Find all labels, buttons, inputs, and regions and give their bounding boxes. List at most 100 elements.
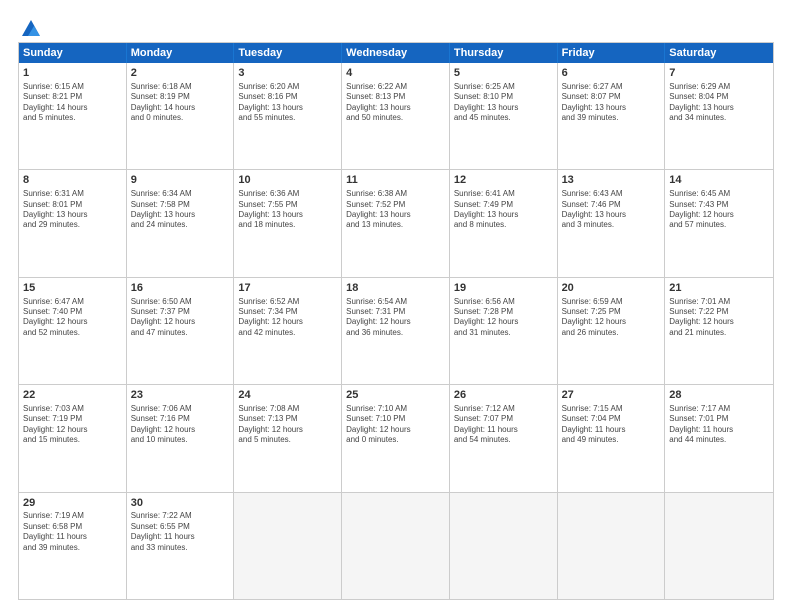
- calendar-cell-day-23: 23Sunrise: 7:06 AMSunset: 7:16 PMDayligh…: [127, 385, 235, 491]
- cell-info-line: Sunrise: 7:08 AM: [238, 404, 337, 414]
- header-day-monday: Monday: [127, 43, 235, 63]
- cell-info-line: and 49 minutes.: [562, 435, 661, 445]
- cell-info-line: Daylight: 12 hours: [23, 317, 122, 327]
- cell-info-line: Sunset: 6:55 PM: [131, 522, 230, 532]
- cell-info-line: Sunrise: 6:41 AM: [454, 189, 553, 199]
- cell-info-line: Sunset: 8:21 PM: [23, 92, 122, 102]
- calendar-cell-day-19: 19Sunrise: 6:56 AMSunset: 7:28 PMDayligh…: [450, 278, 558, 384]
- cell-info-line: Sunset: 7:28 PM: [454, 307, 553, 317]
- calendar-cell-day-13: 13Sunrise: 6:43 AMSunset: 7:46 PMDayligh…: [558, 170, 666, 276]
- cell-info-line: Sunrise: 6:54 AM: [346, 297, 445, 307]
- cell-info-line: Sunrise: 7:15 AM: [562, 404, 661, 414]
- cell-info-line: Daylight: 12 hours: [454, 317, 553, 327]
- calendar: SundayMondayTuesdayWednesdayThursdayFrid…: [18, 42, 774, 600]
- calendar-cell-day-27: 27Sunrise: 7:15 AMSunset: 7:04 PMDayligh…: [558, 385, 666, 491]
- day-number: 16: [131, 281, 230, 296]
- calendar-cell-day-29: 29Sunrise: 7:19 AMSunset: 6:58 PMDayligh…: [19, 493, 127, 599]
- cell-info-line: Daylight: 13 hours: [454, 210, 553, 220]
- calendar-cell-day-30: 30Sunrise: 7:22 AMSunset: 6:55 PMDayligh…: [127, 493, 235, 599]
- cell-info-line: Daylight: 13 hours: [562, 103, 661, 113]
- header-day-sunday: Sunday: [19, 43, 127, 63]
- calendar-cell-day-10: 10Sunrise: 6:36 AMSunset: 7:55 PMDayligh…: [234, 170, 342, 276]
- cell-info-line: and 29 minutes.: [23, 220, 122, 230]
- header-day-tuesday: Tuesday: [234, 43, 342, 63]
- calendar-row-4: 22Sunrise: 7:03 AMSunset: 7:19 PMDayligh…: [19, 385, 773, 492]
- calendar-cell-empty: [665, 493, 773, 599]
- calendar-cell-day-5: 5Sunrise: 6:25 AMSunset: 8:10 PMDaylight…: [450, 63, 558, 169]
- cell-info-line: Sunset: 7:40 PM: [23, 307, 122, 317]
- cell-info-line: Sunrise: 6:50 AM: [131, 297, 230, 307]
- day-number: 28: [669, 388, 769, 403]
- logo: [18, 18, 42, 36]
- cell-info-line: Sunset: 8:19 PM: [131, 92, 230, 102]
- calendar-cell-day-7: 7Sunrise: 6:29 AMSunset: 8:04 PMDaylight…: [665, 63, 773, 169]
- cell-info-line: Sunrise: 6:47 AM: [23, 297, 122, 307]
- day-number: 2: [131, 66, 230, 81]
- calendar-row-5: 29Sunrise: 7:19 AMSunset: 6:58 PMDayligh…: [19, 493, 773, 599]
- cell-info-line: Sunset: 7:37 PM: [131, 307, 230, 317]
- cell-info-line: and 31 minutes.: [454, 328, 553, 338]
- cell-info-line: Sunrise: 7:17 AM: [669, 404, 769, 414]
- cell-info-line: and 47 minutes.: [131, 328, 230, 338]
- day-number: 22: [23, 388, 122, 403]
- cell-info-line: Sunset: 7:31 PM: [346, 307, 445, 317]
- calendar-row-3: 15Sunrise: 6:47 AMSunset: 7:40 PMDayligh…: [19, 278, 773, 385]
- cell-info-line: and 15 minutes.: [23, 435, 122, 445]
- cell-info-line: Sunset: 8:13 PM: [346, 92, 445, 102]
- cell-info-line: Daylight: 12 hours: [346, 425, 445, 435]
- cell-info-line: Sunrise: 6:34 AM: [131, 189, 230, 199]
- cell-info-line: Daylight: 13 hours: [131, 210, 230, 220]
- calendar-row-2: 8Sunrise: 6:31 AMSunset: 8:01 PMDaylight…: [19, 170, 773, 277]
- cell-info-line: Daylight: 13 hours: [238, 210, 337, 220]
- cell-info-line: and 24 minutes.: [131, 220, 230, 230]
- cell-info-line: Daylight: 11 hours: [131, 532, 230, 542]
- cell-info-line: and 36 minutes.: [346, 328, 445, 338]
- cell-info-line: Sunset: 8:04 PM: [669, 92, 769, 102]
- cell-info-line: Daylight: 12 hours: [346, 317, 445, 327]
- calendar-cell-day-24: 24Sunrise: 7:08 AMSunset: 7:13 PMDayligh…: [234, 385, 342, 491]
- calendar-cell-day-21: 21Sunrise: 7:01 AMSunset: 7:22 PMDayligh…: [665, 278, 773, 384]
- cell-info-line: Sunrise: 6:31 AM: [23, 189, 122, 199]
- cell-info-line: and 8 minutes.: [454, 220, 553, 230]
- cell-info-line: Daylight: 14 hours: [131, 103, 230, 113]
- cell-info-line: Daylight: 11 hours: [23, 532, 122, 542]
- day-number: 29: [23, 496, 122, 511]
- calendar-cell-day-20: 20Sunrise: 6:59 AMSunset: 7:25 PMDayligh…: [558, 278, 666, 384]
- calendar-cell-day-8: 8Sunrise: 6:31 AMSunset: 8:01 PMDaylight…: [19, 170, 127, 276]
- day-number: 13: [562, 173, 661, 188]
- cell-info-line: Sunrise: 6:18 AM: [131, 82, 230, 92]
- cell-info-line: Sunset: 8:10 PM: [454, 92, 553, 102]
- calendar-cell-day-18: 18Sunrise: 6:54 AMSunset: 7:31 PMDayligh…: [342, 278, 450, 384]
- cell-info-line: and 0 minutes.: [346, 435, 445, 445]
- header-day-thursday: Thursday: [450, 43, 558, 63]
- day-number: 6: [562, 66, 661, 81]
- cell-info-line: Sunset: 8:01 PM: [23, 200, 122, 210]
- cell-info-line: Sunrise: 6:45 AM: [669, 189, 769, 199]
- cell-info-line: Sunset: 7:25 PM: [562, 307, 661, 317]
- day-number: 10: [238, 173, 337, 188]
- day-number: 12: [454, 173, 553, 188]
- cell-info-line: Sunrise: 7:06 AM: [131, 404, 230, 414]
- cell-info-line: and 39 minutes.: [562, 113, 661, 123]
- day-number: 25: [346, 388, 445, 403]
- day-number: 1: [23, 66, 122, 81]
- header-day-wednesday: Wednesday: [342, 43, 450, 63]
- calendar-cell-day-16: 16Sunrise: 6:50 AMSunset: 7:37 PMDayligh…: [127, 278, 235, 384]
- cell-info-line: Sunset: 7:01 PM: [669, 414, 769, 424]
- cell-info-line: Sunrise: 7:22 AM: [131, 511, 230, 521]
- cell-info-line: Daylight: 13 hours: [346, 210, 445, 220]
- day-number: 3: [238, 66, 337, 81]
- cell-info-line: Daylight: 12 hours: [238, 425, 337, 435]
- calendar-cell-day-11: 11Sunrise: 6:38 AMSunset: 7:52 PMDayligh…: [342, 170, 450, 276]
- day-number: 30: [131, 496, 230, 511]
- calendar-cell-day-12: 12Sunrise: 6:41 AMSunset: 7:49 PMDayligh…: [450, 170, 558, 276]
- cell-info-line: Daylight: 12 hours: [131, 425, 230, 435]
- header: [18, 18, 774, 36]
- calendar-cell-day-14: 14Sunrise: 6:45 AMSunset: 7:43 PMDayligh…: [665, 170, 773, 276]
- day-number: 20: [562, 281, 661, 296]
- cell-info-line: Sunrise: 6:20 AM: [238, 82, 337, 92]
- cell-info-line: and 18 minutes.: [238, 220, 337, 230]
- cell-info-line: Daylight: 12 hours: [131, 317, 230, 327]
- cell-info-line: and 44 minutes.: [669, 435, 769, 445]
- calendar-cell-day-22: 22Sunrise: 7:03 AMSunset: 7:19 PMDayligh…: [19, 385, 127, 491]
